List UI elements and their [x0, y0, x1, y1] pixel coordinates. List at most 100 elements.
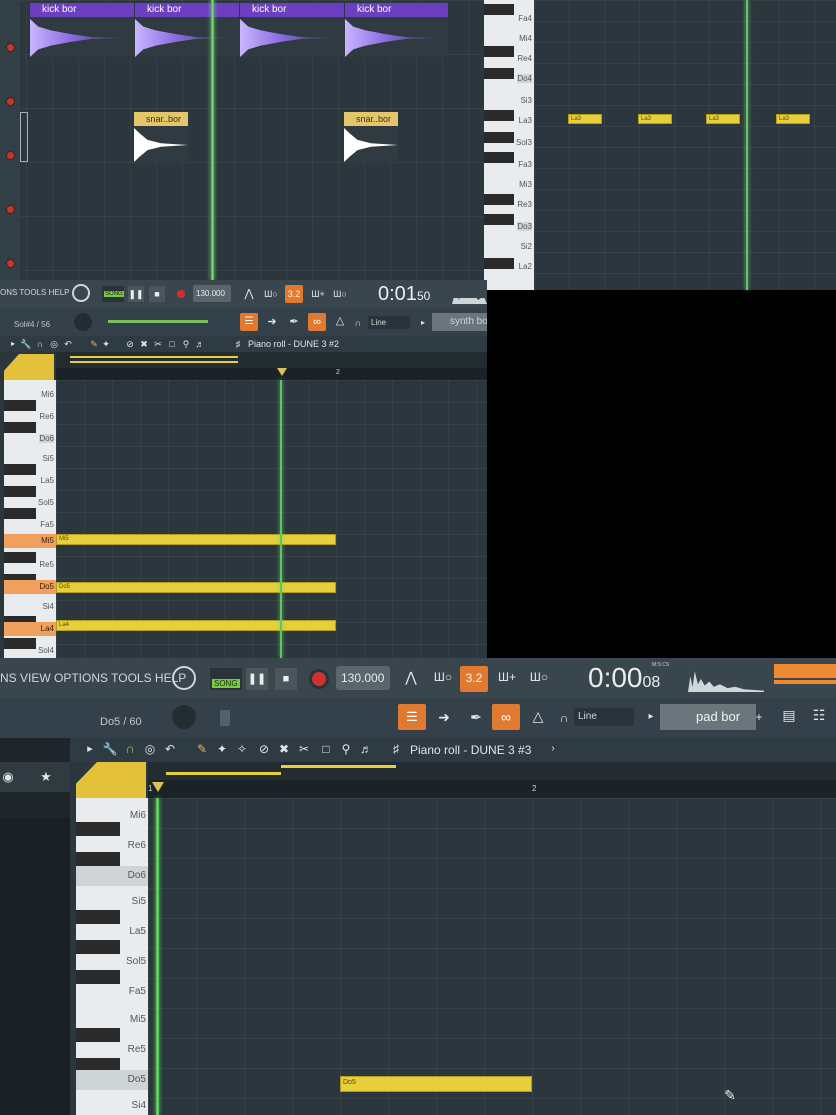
black-key[interactable] [76, 1028, 120, 1042]
speaker-icon[interactable]: ♬ [358, 742, 374, 756]
wait-icon[interactable]: Ш○ [430, 670, 456, 684]
black-key[interactable] [76, 910, 120, 924]
menu-bar[interactable]: ONS TOOLS HELP [0, 288, 70, 297]
brush-icon[interactable]: ✒ [464, 710, 488, 724]
note[interactable]: Do5 [56, 582, 336, 593]
clip-kick[interactable]: kick bor [135, 3, 239, 17]
clip-kick[interactable]: kick bor [345, 3, 448, 17]
slice-icon[interactable]: ✂ [296, 742, 312, 756]
channel-selector[interactable]: pad bor [660, 704, 756, 730]
black-key[interactable] [76, 940, 120, 954]
corner-tool[interactable] [4, 354, 54, 382]
plus-icon[interactable]: + [752, 710, 766, 724]
paint-brush-icon[interactable]: ✧ [234, 742, 250, 756]
note[interactable]: La3 [568, 114, 602, 124]
link-button[interactable]: ∞ [492, 704, 520, 730]
event-strip[interactable] [56, 352, 487, 368]
note[interactable]: La3 [706, 114, 740, 124]
black-key[interactable] [484, 46, 514, 57]
clip-snare[interactable]: snar..bor [134, 112, 188, 126]
channel-knob[interactable] [74, 313, 92, 331]
paint-icon[interactable]: ✦ [100, 337, 112, 351]
black-key[interactable] [484, 4, 514, 15]
undo-icon[interactable]: ↶ [162, 742, 178, 756]
target-icon[interactable]: ◎ [142, 742, 158, 756]
black-key[interactable] [4, 464, 36, 475]
note[interactable]: La4 [56, 620, 336, 631]
record-button[interactable] [177, 290, 185, 298]
note-grid[interactable] [148, 798, 836, 1115]
stop-button[interactable]: ■ [149, 286, 165, 302]
eraser-icon[interactable]: ⊘ [124, 337, 136, 351]
track-mute-indicator[interactable] [7, 152, 14, 159]
piano-roll-1-playhead[interactable] [280, 380, 282, 658]
black-key[interactable] [4, 508, 36, 519]
note[interactable]: Do5 [340, 1076, 532, 1092]
blend-icon[interactable]: Ш+ [310, 287, 326, 301]
black-key[interactable] [4, 638, 36, 649]
link-button[interactable]: ∞ [308, 313, 326, 331]
black-key[interactable] [484, 214, 514, 225]
arrow-right-icon[interactable]: ➜ [264, 315, 280, 329]
select-icon[interactable]: □ [166, 337, 178, 351]
piano-roll-button[interactable]: ☰ [240, 313, 258, 331]
timeline-ruler[interactable]: 1 2 [148, 780, 836, 798]
black-key[interactable] [76, 970, 120, 984]
magnet-icon[interactable]: ∩ [34, 337, 46, 351]
black-key[interactable] [4, 486, 36, 497]
time-display[interactable]: 0:0150 [378, 283, 430, 306]
timeline-ruler[interactable]: 2 [56, 368, 487, 380]
wait-icon[interactable]: Ш○ [262, 287, 280, 301]
stamp-icon[interactable]: △ [526, 709, 550, 723]
metronome-icon[interactable]: ⋀ [242, 287, 256, 301]
master-knob[interactable] [72, 284, 90, 302]
slice-icon[interactable]: ✂ [152, 337, 164, 351]
mute-tool-icon[interactable]: ✖ [138, 337, 150, 351]
note[interactable]: La3 [638, 114, 672, 124]
pitch-slider[interactable] [108, 320, 208, 323]
metronome-icon[interactable]: ⋀ [400, 670, 422, 684]
clip-kick[interactable]: kick bor [240, 3, 344, 17]
black-key[interactable] [484, 110, 514, 121]
top-playhead[interactable] [746, 0, 748, 290]
track-mute-indicator[interactable] [7, 260, 14, 267]
stamp-icon[interactable]: △ [332, 314, 348, 328]
step-sequencer-icon[interactable]: ☷ [808, 708, 830, 722]
tempo-display[interactable]: 130.000 [193, 285, 231, 302]
black-key[interactable] [484, 258, 514, 269]
channel-knob[interactable] [172, 705, 196, 729]
undo-icon[interactable]: ↶ [62, 337, 74, 351]
piano-keyboard[interactable]: Mi6 Re6 Do6 Si5 La5 Sol5 Fa5 Mi5 Re5 Do5… [4, 380, 56, 658]
master-knob[interactable] [172, 666, 196, 690]
eraser-icon[interactable]: ⊘ [256, 742, 272, 756]
snap-select[interactable]: Line [574, 708, 634, 726]
menu-arrow-icon[interactable]: ▸ [8, 337, 18, 351]
loop-record-icon[interactable]: Ш○ [526, 670, 552, 684]
black-key[interactable] [484, 68, 514, 79]
mixer-icon[interactable]: ▤ [778, 708, 800, 722]
wrench-icon[interactable]: 🔧 [20, 337, 32, 351]
browser-list[interactable] [0, 818, 70, 1115]
black-key[interactable] [76, 852, 120, 866]
zoom-icon[interactable]: ⚲ [180, 337, 192, 351]
wrench-icon[interactable]: 🔧 [102, 742, 118, 756]
magnet-icon[interactable]: ∩ [352, 316, 364, 330]
paint-icon[interactable]: ✦ [214, 742, 230, 756]
menu-bar[interactable]: NS VIEW OPTIONS TOOLS HELP [0, 671, 186, 685]
mute-tool-icon[interactable]: ✖ [276, 742, 292, 756]
target-icon[interactable]: ◎ [48, 337, 60, 351]
channel-selector[interactable]: synth bo [432, 313, 487, 331]
piano-keyboard[interactable]: Fa4 Mi4 Re4 Do4 Si3 La3 Sol3 Fa3 Mi3 Re3… [484, 0, 534, 290]
stop-button[interactable]: ■ [275, 668, 297, 690]
speaker-icon[interactable]: ♬ [194, 337, 206, 351]
pencil-icon[interactable]: ✎ [194, 742, 210, 756]
snap-select[interactable]: Line [368, 316, 410, 329]
black-key[interactable] [4, 422, 36, 433]
piano-roll-2-playhead[interactable] [156, 798, 159, 1115]
globe-icon[interactable]: ◉ [0, 770, 16, 784]
record-button[interactable] [312, 672, 326, 686]
star-icon[interactable]: ★ [38, 770, 54, 784]
countdown-button[interactable]: 3.2 [460, 666, 488, 692]
playlist-playhead[interactable] [211, 0, 214, 280]
note[interactable]: Mi5 [56, 534, 336, 545]
